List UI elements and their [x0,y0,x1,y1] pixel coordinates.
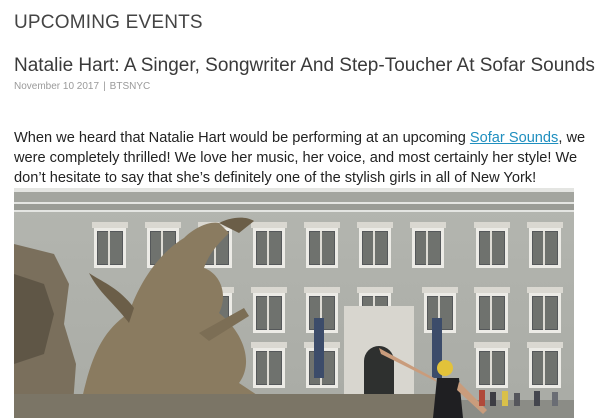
window [527,342,563,388]
crowd [479,390,558,406]
horse-statue [79,217,279,413]
window [474,287,510,333]
post-date: November 10 2017 [14,81,100,92]
window [474,222,510,268]
page: UPCOMING EVENTS Natalie Hart: A Singer, … [0,0,600,418]
flag-banner [314,318,324,378]
roof-band [14,192,574,202]
section-heading: UPCOMING EVENTS [14,12,203,33]
cornice [14,204,574,210]
window [527,222,563,268]
post-intro: When we heard that Natalie Hart would be… [14,128,594,188]
sofar-sounds-link[interactable]: Sofar Sounds [470,130,558,146]
meta-separator: | [103,81,106,92]
window [304,222,340,268]
window [410,222,446,268]
post-meta: November 10 2017 | BTSNYC [14,81,150,92]
post-title[interactable]: Natalie Hart: A Singer, Songwriter And S… [14,55,595,77]
window [357,222,393,268]
intro-text-start: When we heard that Natalie Hart would be… [14,130,470,146]
post-category[interactable]: BTSNYC [110,81,151,92]
post-photo [14,188,574,418]
woman-figure [379,348,487,418]
window [527,287,563,333]
